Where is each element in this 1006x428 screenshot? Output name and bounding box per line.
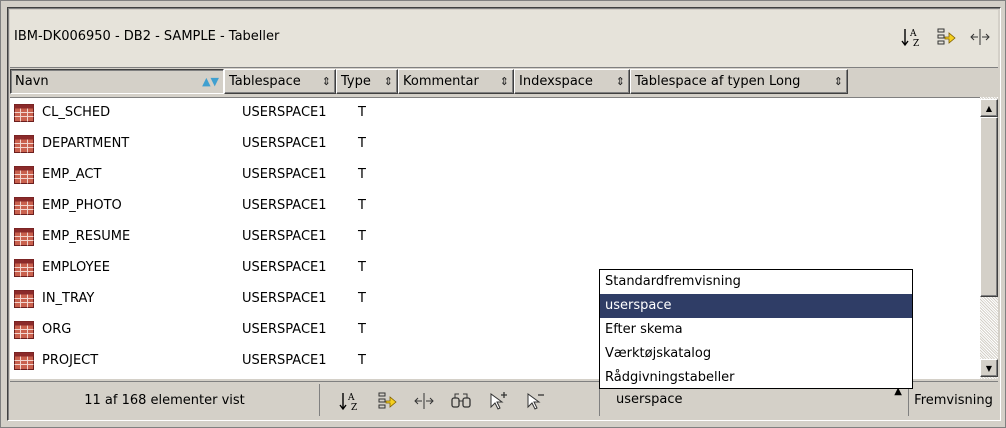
tables-panel: IBM-DK006950 - DB2 - SAMPLE - Tabeller A… — [7, 7, 1001, 421]
table-icon — [14, 290, 34, 312]
column-label: Indexspace — [519, 74, 593, 89]
table-icon — [14, 259, 34, 281]
fremvisning-button[interactable]: Fremvisning — [908, 384, 998, 416]
table-icon — [14, 321, 34, 343]
table-row[interactable]: DEPARTMENT USERSPACE1 T — [10, 129, 970, 160]
sort-indicator-icon: ⇕ — [499, 75, 509, 88]
table-row[interactable]: EMP_RESUME USERSPACE1 T — [10, 222, 970, 253]
table-tablespace: USERSPACE1 — [242, 291, 327, 306]
view-dropdown-list: Standardfremvisning userspace Efter skema V… — [599, 269, 913, 389]
column-label: Navn — [15, 74, 49, 89]
table-name: IN_TRAY — [42, 291, 95, 306]
table-icon — [14, 228, 34, 250]
table-name: CL_SCHED — [42, 105, 111, 120]
table-type: T — [358, 167, 366, 182]
column-label: Tablespace af typen Long — [635, 74, 801, 89]
table-tablespace: USERSPACE1 — [242, 322, 327, 337]
column-tablespace-long[interactable]: Tablespace af typen Long ⇕ — [630, 69, 848, 94]
column-label: Kommentar — [403, 74, 479, 89]
svg-text:Z: Z — [913, 39, 919, 48]
table-icon — [14, 166, 34, 188]
table-name: EMP_RESUME — [42, 229, 131, 244]
title-bar: IBM-DK006950 - DB2 - SAMPLE - Tabeller A… — [10, 10, 998, 68]
table-type: T — [358, 260, 366, 275]
table-tablespace: USERSPACE1 — [242, 105, 327, 120]
table-row[interactable]: EMP_PHOTO USERSPACE1 T — [10, 191, 970, 222]
sort-indicator-icon: ⇕ — [383, 75, 393, 88]
filter-icon[interactable] — [934, 25, 958, 49]
table-type: T — [358, 105, 366, 120]
table-type: T — [358, 136, 366, 151]
table-row[interactable]: CL_SCHED USERSPACE1 T — [10, 98, 970, 129]
sort-indicator-icon: ⇕ — [833, 75, 843, 88]
table-name: EMP_PHOTO — [42, 198, 122, 213]
scroll-thumb[interactable] — [980, 117, 998, 297]
column-type[interactable]: Type ⇕ — [336, 69, 398, 94]
table-name: ORG — [42, 322, 72, 337]
window-title: IBM-DK006950 - DB2 - SAMPLE - Tabeller — [14, 29, 280, 44]
table-tablespace: USERSPACE1 — [242, 136, 327, 151]
table-type: T — [358, 229, 366, 244]
fremvisning-label: Fremvisning — [914, 392, 993, 408]
table-type: T — [358, 198, 366, 213]
table-tablespace: USERSPACE1 — [242, 167, 327, 182]
select-remove-icon[interactable] — [523, 389, 547, 413]
columns-icon[interactable] — [412, 389, 436, 413]
tables-window: IBM-DK006950 - DB2 - SAMPLE - Tabeller A… — [0, 0, 1006, 428]
filter-icon[interactable] — [375, 389, 399, 413]
sort-az-icon[interactable]: AZ — [900, 25, 924, 49]
columns-icon[interactable] — [968, 25, 992, 49]
column-label: Tablespace — [229, 74, 301, 89]
view-option[interactable]: Standardfremvisning — [600, 270, 912, 294]
sort-indicator-icon: ▲▼ — [202, 75, 219, 88]
svg-text:Z: Z — [351, 403, 357, 412]
table-name: EMPLOYEE — [42, 260, 110, 275]
element-count: 11 af 168 elementer vist — [10, 384, 320, 416]
table-name: DEPARTMENT — [42, 136, 130, 151]
view-option[interactable]: Rådgivningstabeller — [600, 366, 912, 390]
select-add-icon[interactable] — [486, 389, 510, 413]
table-name: PROJECT — [42, 353, 99, 368]
table-tablespace: USERSPACE1 — [242, 198, 327, 213]
table-tablespace: USERSPACE1 — [242, 353, 327, 368]
column-tablespace[interactable]: Tablespace ⇕ — [224, 69, 336, 94]
scroll-down-button[interactable]: ▼ — [980, 359, 998, 377]
scroll-up-button[interactable]: ▲ — [980, 99, 998, 117]
view-combobox-value: userspace — [616, 392, 683, 407]
sort-indicator-icon: ⇕ — [615, 75, 625, 88]
column-header: Navn ▲▼ Tablespace ⇕ Type ⇕ Kommentar ⇕ … — [10, 68, 998, 95]
table-icon — [14, 135, 34, 157]
table-icon — [14, 104, 34, 126]
column-navn[interactable]: Navn ▲▼ — [10, 69, 224, 94]
table-type: T — [358, 322, 366, 337]
table-type: T — [358, 353, 366, 368]
element-count-text: 11 af 168 elementer vist — [84, 392, 245, 408]
svg-text:A: A — [347, 393, 355, 403]
view-option[interactable]: Værktøjskatalog — [600, 342, 912, 366]
view-option[interactable]: userspace — [600, 294, 912, 318]
sort-az-icon[interactable]: AZ — [338, 389, 362, 413]
svg-text:A: A — [909, 29, 917, 39]
column-indexspace[interactable]: Indexspace ⇕ — [514, 69, 630, 94]
column-kommentar[interactable]: Kommentar ⇕ — [398, 69, 514, 94]
table-name: EMP_ACT — [42, 167, 102, 182]
table-row[interactable]: EMP_ACT USERSPACE1 T — [10, 160, 970, 191]
bottom-toolbar: AZ — [338, 389, 547, 413]
table-type: T — [358, 291, 366, 306]
column-label: Type — [341, 74, 371, 89]
table-tablespace: USERSPACE1 — [242, 260, 327, 275]
table-icon — [14, 352, 34, 374]
find-icon[interactable] — [449, 389, 473, 413]
vertical-scrollbar[interactable]: ▲ ▼ — [980, 97, 998, 379]
sort-indicator-icon: ⇕ — [321, 75, 331, 88]
title-toolbar: AZ — [900, 22, 992, 52]
table-tablespace: USERSPACE1 — [242, 229, 327, 244]
table-icon — [14, 197, 34, 219]
view-option[interactable]: Efter skema — [600, 318, 912, 342]
